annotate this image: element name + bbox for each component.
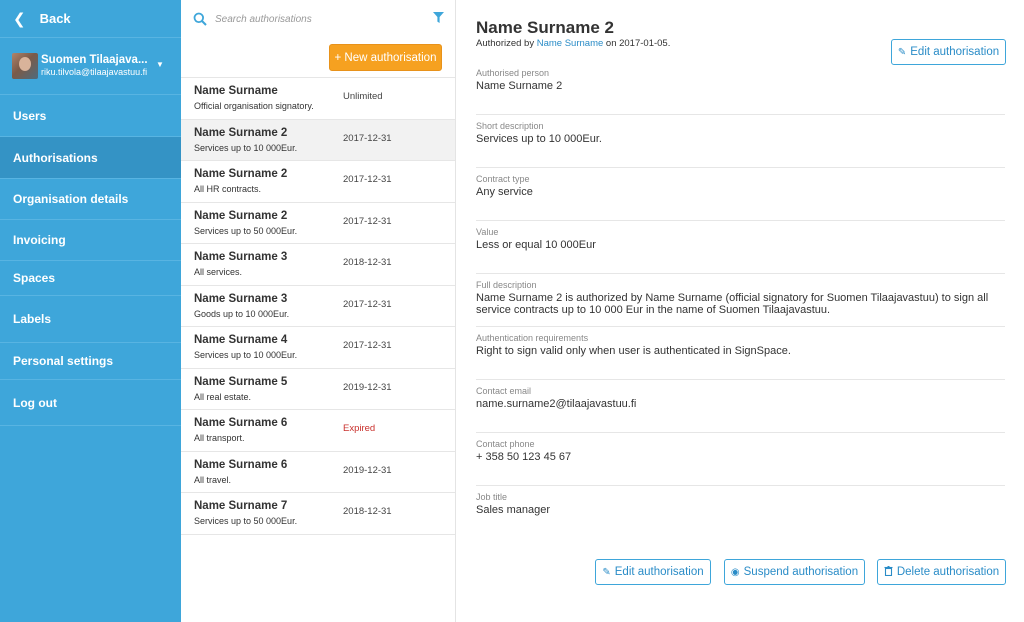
field-short-description: Short description Services up to 10 000E… [476,115,1005,168]
list-item[interactable]: Name Surname 3 All services. 2018-12-31 [181,244,455,286]
list-item[interactable]: Name Surname 6 All travel. 2019-12-31 [181,452,455,493]
list-item[interactable]: Name Surname 2 Services up to 50 000Eur.… [181,203,455,244]
list-item[interactable]: Name Surname 7 Services up to 50 000Eur.… [181,493,455,535]
search-bar[interactable]: Search authorisations [181,0,455,38]
sidebar-item-authorisations[interactable]: Authorisations [0,137,181,179]
account-name: Suomen Tilaajava... [41,54,148,67]
chevron-left-icon: ❮ [13,10,26,28]
search-input[interactable]: Search authorisations [215,14,312,25]
pencil-icon: ✎ [602,566,611,578]
authorisation-detail: Name Surname 2 Authorized by Name Surnam… [456,0,1024,622]
filter-icon[interactable] [433,12,444,23]
account-email: riku.tilvola@tilaajavastuu.fi [41,67,148,78]
sidebar-item-organisation-details[interactable]: Organisation details [0,179,181,220]
list-item[interactable]: Name Surname 2 Services up to 10 000Eur.… [181,119,455,161]
field-authorised-person: Authorised person Name Surname 2 [476,62,1005,115]
list-item[interactable]: Name Surname 2 All HR contracts. 2017-12… [181,161,455,203]
field-contact-email: Contact email name.surname2@tilaajavastu… [476,380,1005,433]
list-item[interactable]: Name Surname 4 Services up to 10 000Eur.… [181,327,455,369]
expired-status: Expired [343,423,376,434]
sidebar-item-spaces[interactable]: Spaces [0,261,181,296]
caret-down-icon[interactable]: ▼ [156,60,164,69]
new-authorisation-button[interactable]: + New authorisation [329,44,442,71]
sidebar-item-labels[interactable]: Labels [0,296,181,343]
field-authentication-requirements: Authentication requirements Right to sig… [476,327,1005,380]
field-job-title: Job title Sales manager [476,492,550,516]
avatar [12,53,38,79]
suspend-authorisation-button[interactable]: ◉ Suspend authorisation [724,559,865,585]
list-item[interactable]: Name Surname 6 All transport. Expired [181,410,455,452]
sidebar: ❮ Back Suomen Tilaajava... riku.tilvola@… [0,0,181,622]
list-item[interactable]: Name Surname Official organisation signa… [181,78,455,120]
delete-authorisation-button[interactable]: Delete authorisation [877,559,1006,585]
trash-icon [884,565,893,579]
sidebar-item-invoicing[interactable]: Invoicing [0,220,181,261]
suspend-icon: ◉ [730,566,740,578]
sidebar-item-personal-settings[interactable]: Personal settings [0,343,181,380]
authorisation-list-pane: Search authorisations + New authorisatio… [181,0,456,622]
sidebar-item-users[interactable]: Users [0,95,181,137]
back-button[interactable]: ❮ Back [0,0,181,38]
search-icon [193,12,207,26]
authorisation-list: Name Surname Official organisation signa… [181,77,455,535]
pencil-icon: ✎ [897,46,907,58]
field-contract-type: Contract type Any service [476,168,1005,221]
field-full-description: Full description Name Surname 2 is autho… [476,274,1005,327]
account-switcher[interactable]: Suomen Tilaajava... riku.tilvola@tilaaja… [0,38,181,95]
list-item[interactable]: Name Surname 5 All real estate. 2019-12-… [181,369,455,410]
list-item[interactable]: Name Surname 3 Goods up to 10 000Eur. 20… [181,286,455,327]
edit-authorisation-button[interactable]: ✎ Edit authorisation [595,559,711,585]
sidebar-item-log-out[interactable]: Log out [0,380,181,426]
back-label: Back [39,11,71,26]
field-value: Value Less or equal 10 000Eur [476,221,1005,274]
authorized-by-line: Authorized by Name Surname on 2017-01-05… [476,38,671,49]
page-title: Name Surname 2 [476,18,614,37]
authorizer-link[interactable]: Name Surname [537,38,604,49]
field-contact-phone: Contact phone + 358 50 123 45 67 [476,433,1005,486]
detail-fields: Authorised person Name Surname 2 Short d… [476,62,1005,539]
